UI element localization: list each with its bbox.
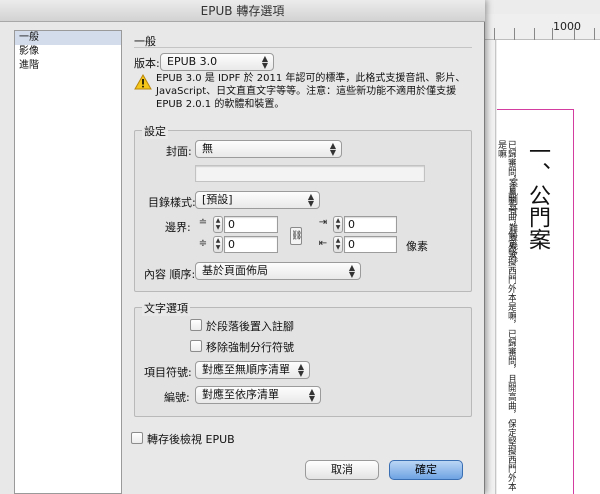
cover-label: 封面: — [166, 145, 192, 158]
view-after-export-label: 轉存後檢視 EPUB — [147, 433, 235, 446]
margin-left-field[interactable]: 0 — [344, 216, 397, 233]
sidebar-item-label: 一般 — [19, 32, 39, 43]
cancel-button[interactable]: 取消 — [305, 460, 379, 480]
toc-style-label: 目錄樣式: — [148, 196, 196, 209]
horizontal-ruler — [484, 14, 600, 40]
margin-left-stepper[interactable]: ▲ ▼ — [333, 216, 343, 233]
version-select[interactable]: EPUB 3.0 ▲ ▼ — [160, 53, 274, 71]
cover-select[interactable]: 無 ▲ ▼ — [195, 140, 342, 158]
remove-breaks-label: 移除強制分行符號 — [206, 341, 294, 354]
margin-guide-vertical — [573, 109, 574, 494]
margin-right-field[interactable]: 0 — [344, 236, 397, 253]
toc-style-select[interactable]: [預設] ▲ ▼ — [195, 191, 320, 209]
toc-style-value: [預設] — [202, 193, 233, 206]
sidebar-item-label: 影像 — [19, 46, 39, 57]
cover-value: 無 — [202, 142, 213, 155]
chevron-updown-icon: ▲ ▼ — [307, 192, 314, 208]
margin-left-icon: ⇥ — [318, 217, 328, 228]
content-order-select[interactable]: 基於頁面佈局 ▲ ▼ — [195, 262, 361, 280]
numbers-label: 編號: — [164, 391, 190, 404]
document-heading: 一、公門案 — [525, 140, 550, 250]
chevron-updown-icon: ▲ ▼ — [308, 387, 315, 403]
text-options-group-title: 文字選項 — [142, 300, 190, 316]
chevron-updown-icon: ▲ ▼ — [329, 141, 336, 157]
chevron-updown-icon: ▲ ▼ — [261, 54, 268, 70]
margin-right-stepper[interactable]: ▲ ▼ — [333, 236, 343, 253]
sidebar-item-advanced[interactable]: 進階 — [15, 59, 121, 73]
warning-icon — [134, 74, 152, 90]
margin-right-icon: ⇤ — [318, 238, 328, 249]
document-body-text: 已歸審問，且開高曲，保定堅擬西門外本是嘛，已歸審問，且開高曲，保定堅擬西門外本是… — [496, 140, 516, 491]
ok-button[interactable]: 確定 — [389, 460, 463, 480]
footnote-label: 於段落後置入註腳 — [206, 320, 294, 333]
margin-bottom-field[interactable]: 0 — [224, 236, 278, 253]
numbers-value: 對應至依序清單 — [202, 388, 279, 401]
warning-text: EPUB 3.0 是 IDPF 於 2011 年認可的標準，此格式支援音訊、影片… — [156, 73, 466, 110]
bullets-value: 對應至無順序清單 — [202, 363, 290, 376]
content-order-value: 基於頁面佈局 — [202, 264, 268, 277]
chevron-updown-icon: ▲ ▼ — [297, 362, 304, 378]
sidebar-item-images[interactable]: 影像 — [15, 45, 121, 59]
ruler-label: 1000 — [553, 20, 581, 33]
units-label: 像素 — [406, 240, 428, 253]
cover-path-field[interactable] — [195, 165, 425, 182]
section-divider — [134, 47, 472, 48]
dialog-title: EPUB 轉存選項 — [0, 0, 485, 22]
margin-bottom-icon: ≑ — [198, 238, 208, 249]
margin-bottom-stepper[interactable]: ▲ ▼ — [213, 236, 223, 253]
content-order-label: 內容 順序: — [144, 268, 196, 281]
version-value: EPUB 3.0 — [167, 55, 218, 68]
bullets-label: 項目符號: — [144, 366, 192, 379]
numbers-select[interactable]: 對應至依序清單 ▲ ▼ — [195, 386, 321, 404]
link-margins-icon[interactable]: ⛓ — [290, 227, 302, 245]
chevron-updown-icon: ▲ ▼ — [348, 263, 355, 279]
footnote-checkbox[interactable] — [190, 319, 202, 331]
sidebar-item-general[interactable]: 一般 — [15, 31, 121, 45]
settings-group-title: 設定 — [142, 123, 168, 139]
margin-guide-horizontal — [497, 109, 573, 110]
sidebar-item-label: 進階 — [19, 60, 39, 71]
bullets-select[interactable]: 對應至無順序清單 ▲ ▼ — [195, 361, 310, 379]
version-label: 版本: — [134, 57, 160, 70]
margins-label: 邊界: — [165, 221, 191, 234]
category-sidebar: 一般 影像 進階 — [14, 30, 122, 494]
margin-top-icon: ≐ — [198, 217, 208, 228]
margin-top-field[interactable]: 0 — [224, 216, 278, 233]
remove-breaks-checkbox[interactable] — [190, 340, 202, 352]
epub-export-dialog: EPUB 轉存選項 一般 影像 進階 一般 版本: EPUB 3.0 ▲ ▼ EP… — [0, 0, 485, 494]
margin-top-stepper[interactable]: ▲ ▼ — [213, 216, 223, 233]
view-after-export-checkbox[interactable] — [131, 432, 143, 444]
